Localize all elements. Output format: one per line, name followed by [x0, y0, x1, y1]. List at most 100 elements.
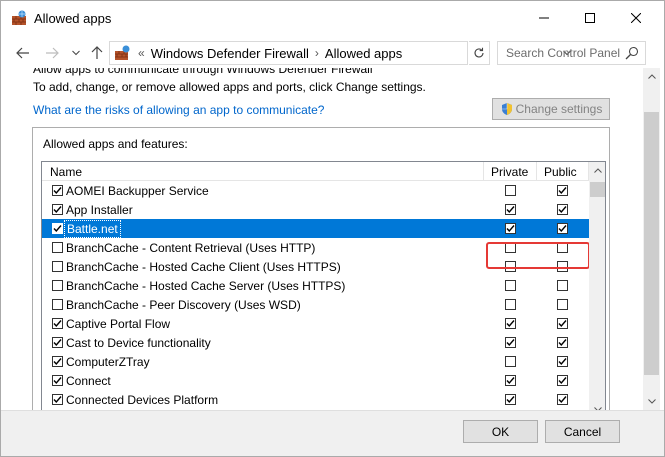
- list-item[interactable]: App Installer: [42, 200, 589, 219]
- list-item[interactable]: Battle.net: [42, 219, 589, 238]
- chevron-down-icon: [647, 399, 656, 404]
- private-checkbox[interactable]: [505, 375, 516, 386]
- app-enabled-checkbox[interactable]: [52, 261, 63, 272]
- page-scrollbar[interactable]: [643, 68, 660, 410]
- column-header-private[interactable]: Private: [491, 165, 528, 179]
- public-checkbox[interactable]: [557, 356, 568, 367]
- breadcrumb-allowed-apps[interactable]: Allowed apps: [325, 46, 402, 61]
- column-divider[interactable]: [536, 162, 537, 181]
- minimize-icon: [539, 17, 549, 19]
- private-checkbox[interactable]: [505, 280, 516, 291]
- scroll-thumb[interactable]: [590, 182, 605, 197]
- public-checkbox[interactable]: [557, 223, 568, 234]
- app-name: Connected Devices Platform: [66, 393, 219, 407]
- public-checkbox[interactable]: [557, 375, 568, 386]
- arrow-up-icon: [91, 46, 103, 59]
- title-bar: Allowed apps: [0, 0, 665, 38]
- public-checkbox[interactable]: [557, 299, 568, 310]
- app-enabled-checkbox[interactable]: [52, 299, 63, 310]
- back-button[interactable]: [13, 43, 33, 63]
- search-placeholder: Search Control Panel: [506, 46, 621, 60]
- public-checkbox[interactable]: [557, 280, 568, 291]
- page-heading: Allow apps to communicate through Window…: [33, 68, 373, 76]
- app-enabled-checkbox[interactable]: [52, 242, 63, 253]
- list-header: Name Private Public: [42, 162, 589, 181]
- firewall-icon: [12, 10, 26, 25]
- maximize-button[interactable]: [567, 0, 613, 36]
- app-enabled-checkbox[interactable]: [52, 204, 63, 215]
- list-item[interactable]: ComputerZTray: [42, 352, 589, 371]
- app-name: Captive Portal Flow: [66, 317, 171, 331]
- maximize-icon: [585, 13, 595, 23]
- scroll-down-button[interactable]: [589, 401, 605, 410]
- app-enabled-checkbox[interactable]: [52, 356, 63, 367]
- control-panel-icon: [115, 45, 130, 60]
- app-name: BranchCache - Hosted Cache Server (Uses …: [66, 279, 346, 293]
- close-icon: [631, 13, 641, 23]
- breadcrumb-overflow[interactable]: «: [138, 46, 145, 60]
- public-checkbox[interactable]: [557, 318, 568, 329]
- chevron-up-icon: [593, 168, 602, 173]
- app-enabled-checkbox[interactable]: [52, 185, 63, 196]
- column-divider[interactable]: [483, 162, 484, 181]
- app-enabled-checkbox[interactable]: [52, 394, 63, 405]
- breadcrumb-separator[interactable]: ›: [315, 46, 319, 60]
- app-name: App Installer: [66, 203, 133, 217]
- search-input[interactable]: Search Control Panel: [497, 41, 646, 65]
- private-checkbox[interactable]: [505, 337, 516, 348]
- refresh-icon: [474, 47, 484, 58]
- app-enabled-checkbox[interactable]: [52, 223, 63, 234]
- address-bar[interactable]: « Windows Defender Firewall › Allowed ap…: [109, 41, 571, 65]
- list-scrollbar[interactable]: [589, 162, 605, 410]
- up-button[interactable]: [87, 43, 107, 63]
- private-checkbox[interactable]: [505, 356, 516, 367]
- private-checkbox[interactable]: [505, 318, 516, 329]
- allowed-apps-list[interactable]: Name Private Public AOMEI Backupper Serv…: [41, 161, 606, 410]
- arrow-right-icon: [46, 47, 59, 59]
- cancel-button[interactable]: Cancel: [545, 420, 620, 443]
- change-settings-button[interactable]: Change settings: [492, 98, 610, 120]
- list-item[interactable]: Cast to Device functionality: [42, 333, 589, 352]
- app-name: BranchCache - Hosted Cache Client (Uses …: [66, 260, 341, 274]
- search-icon: [625, 46, 639, 60]
- app-name: Cast to Device functionality: [66, 336, 211, 350]
- app-enabled-checkbox[interactable]: [52, 337, 63, 348]
- breadcrumb-firewall[interactable]: Windows Defender Firewall: [151, 46, 309, 61]
- private-checkbox[interactable]: [505, 185, 516, 196]
- group-label: Allowed apps and features:: [43, 137, 188, 151]
- public-checkbox[interactable]: [557, 185, 568, 196]
- forward-button[interactable]: [42, 43, 62, 63]
- refresh-button[interactable]: [469, 41, 490, 65]
- close-button[interactable]: [613, 0, 659, 36]
- risks-link[interactable]: What are the risks of allowing an app to…: [33, 103, 324, 117]
- page-scroll-down-button[interactable]: [643, 393, 660, 410]
- list-item[interactable]: BranchCache - Peer Discovery (Uses WSD): [42, 295, 589, 314]
- list-item[interactable]: Captive Portal Flow: [42, 314, 589, 333]
- app-name: Connect: [66, 374, 111, 388]
- column-header-public[interactable]: Public: [544, 165, 577, 179]
- private-checkbox[interactable]: [505, 223, 516, 234]
- scroll-up-button[interactable]: [589, 162, 605, 179]
- app-enabled-checkbox[interactable]: [52, 280, 63, 291]
- ok-button[interactable]: OK: [463, 420, 538, 443]
- app-name: BranchCache - Content Retrieval (Uses HT…: [66, 241, 316, 255]
- list-item[interactable]: BranchCache - Hosted Cache Server (Uses …: [42, 276, 589, 295]
- minimize-button[interactable]: [521, 0, 567, 36]
- public-checkbox[interactable]: [557, 394, 568, 405]
- recent-locations-button[interactable]: [66, 43, 86, 63]
- public-checkbox[interactable]: [557, 337, 568, 348]
- page-scroll-up-button[interactable]: [643, 68, 660, 85]
- navigation-bar: « Windows Defender Firewall › Allowed ap…: [0, 38, 665, 68]
- public-checkbox[interactable]: [557, 204, 568, 215]
- private-checkbox[interactable]: [505, 394, 516, 405]
- column-header-name[interactable]: Name: [50, 165, 82, 179]
- list-item[interactable]: AOMEI Backupper Service: [42, 181, 589, 200]
- app-enabled-checkbox[interactable]: [52, 318, 63, 329]
- list-item[interactable]: Connected Devices Platform: [42, 390, 589, 409]
- page-scroll-thumb[interactable]: [644, 112, 659, 375]
- private-checkbox[interactable]: [505, 299, 516, 310]
- arrow-left-icon: [16, 47, 29, 59]
- app-enabled-checkbox[interactable]: [52, 375, 63, 386]
- private-checkbox[interactable]: [505, 204, 516, 215]
- list-item[interactable]: Connect: [42, 371, 589, 390]
